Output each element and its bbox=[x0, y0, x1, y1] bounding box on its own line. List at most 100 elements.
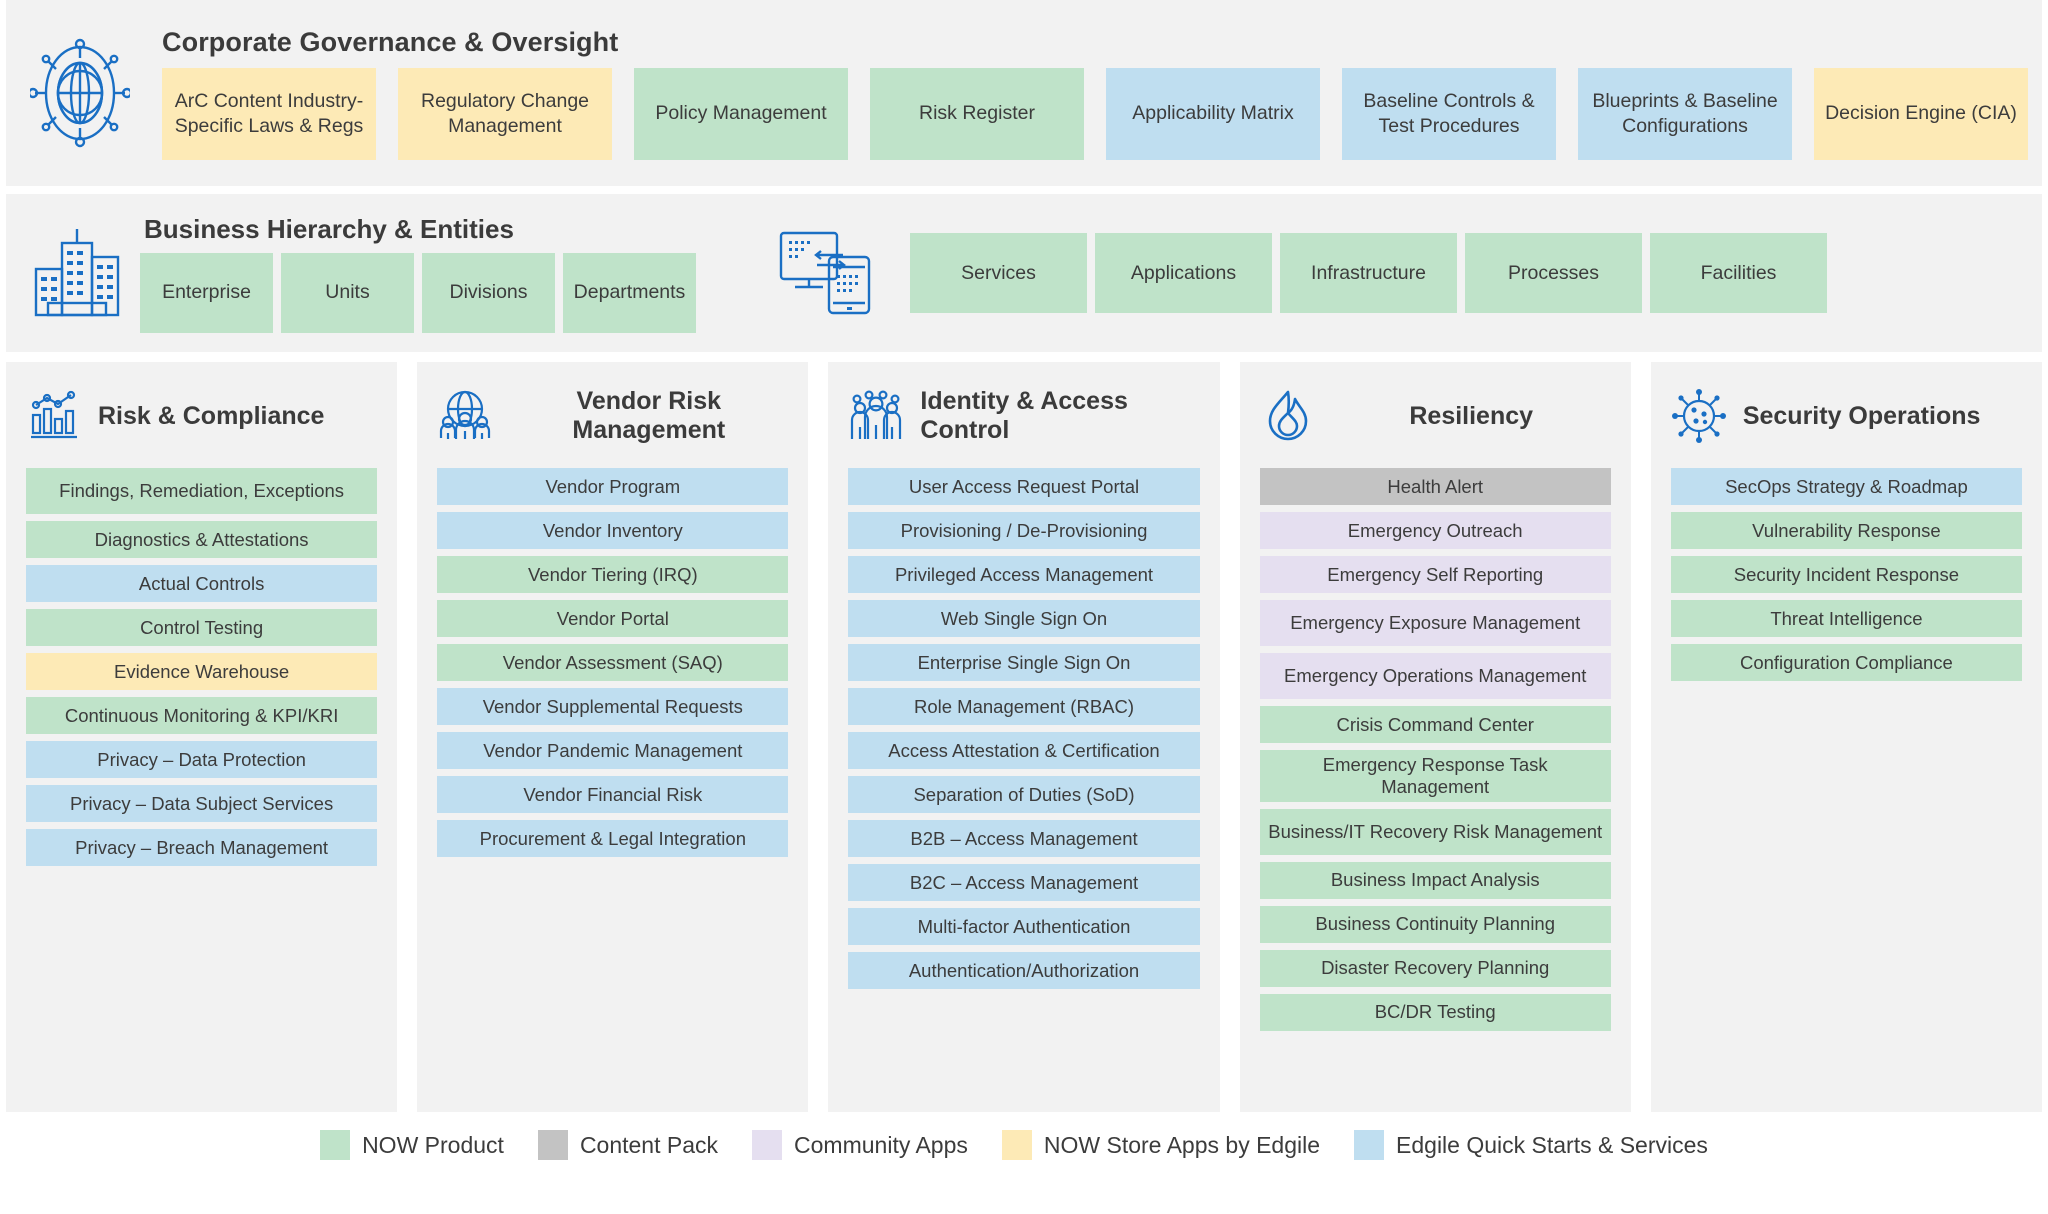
governance-card-label: Policy Management bbox=[655, 102, 827, 125]
legend-item: Edgile Quick Starts & Services bbox=[1354, 1130, 1708, 1160]
domain-item[interactable]: Emergency Outreach bbox=[1259, 512, 1611, 549]
domain-item-list: Findings, Remediation, Exceptions Diagnos… bbox=[26, 468, 378, 866]
domain-item[interactable]: Disaster Recovery Planning bbox=[1259, 949, 1611, 987]
legend-label: Edgile Quick Starts & Services bbox=[1396, 1131, 1708, 1158]
business-asset-label: Applications bbox=[1130, 261, 1237, 284]
domain-item-label: Role Management (RBAC) bbox=[913, 695, 1135, 717]
domain-item-label: Vendor Portal bbox=[556, 607, 669, 629]
domain-item[interactable]: Vendor Pandemic Management bbox=[437, 732, 789, 769]
domain-item-label: Disaster Recovery Planning bbox=[1321, 957, 1550, 979]
governance-card[interactable]: Blueprints & Baseline Configurations bbox=[1578, 67, 1792, 160]
domain-item-label: Emergency Operations Management bbox=[1284, 665, 1587, 687]
business-asset-card[interactable]: Processes bbox=[1465, 233, 1642, 313]
people-group-icon bbox=[848, 389, 904, 443]
domain-item[interactable]: Procurement & Legal Integration bbox=[437, 820, 789, 857]
business-entity-card[interactable]: Units bbox=[281, 252, 414, 333]
governance-card[interactable]: Baseline Controls & Test Procedures bbox=[1342, 67, 1556, 160]
domain-item[interactable]: Business Impact Analysis bbox=[1259, 861, 1611, 899]
domain-item[interactable]: Role Management (RBAC) bbox=[848, 688, 1200, 725]
domain-column-title: Identity & Access Control bbox=[920, 387, 1128, 444]
domain-item-label: Vulnerability Response bbox=[1752, 519, 1941, 541]
business-entity-label: Divisions bbox=[449, 281, 528, 303]
domain-item[interactable]: Emergency Exposure Management bbox=[1259, 600, 1611, 646]
domain-item[interactable]: Vendor Program bbox=[437, 468, 789, 505]
domain-item[interactable]: Actual Controls bbox=[26, 565, 378, 602]
domain-item[interactable]: Emergency Operations Management bbox=[1259, 653, 1611, 699]
domain-item[interactable]: Vendor Assessment (SAQ) bbox=[437, 644, 789, 681]
governance-card[interactable]: Applicability Matrix bbox=[1106, 67, 1320, 160]
domain-item-label: Emergency Response Task Management bbox=[1322, 754, 1548, 797]
domain-item-label: Privacy – Data Subject Services bbox=[69, 792, 334, 814]
governance-card-label: Applicability Matrix bbox=[1132, 102, 1294, 125]
domain-item[interactable]: B2C – Access Management bbox=[848, 864, 1200, 901]
domain-item[interactable]: User Access Request Portal bbox=[848, 468, 1200, 505]
domain-item[interactable]: Emergency Response Task Management bbox=[1259, 750, 1611, 802]
domain-item-label: Configuration Compliance bbox=[1739, 651, 1953, 673]
governance-card-label: Blueprints & Baseline Configurations bbox=[1592, 90, 1778, 137]
business-asset-card[interactable]: Applications bbox=[1095, 233, 1272, 313]
governance-card-label: ArC Content Industry-Specific Laws & Reg… bbox=[174, 90, 364, 137]
domain-item[interactable]: Diagnostics & Attestations bbox=[26, 521, 378, 558]
domain-item[interactable]: B2B – Access Management bbox=[848, 820, 1200, 857]
domain-item[interactable]: Vendor Financial Risk bbox=[437, 776, 789, 813]
domain-item[interactable]: Vendor Inventory bbox=[437, 512, 789, 549]
business-asset-card[interactable]: Facilities bbox=[1650, 233, 1827, 313]
domain-item[interactable]: Evidence Warehouse bbox=[26, 653, 378, 690]
domain-item[interactable]: Web Single Sign On bbox=[848, 600, 1200, 637]
domain-item-label: BC/DR Testing bbox=[1374, 1001, 1496, 1023]
governance-card-list: ArC Content Industry-Specific Laws & Reg… bbox=[162, 67, 2028, 160]
domain-item[interactable]: Threat Intelligence bbox=[1670, 600, 2023, 637]
domain-item[interactable]: Vendor Tiering (IRQ) bbox=[437, 556, 789, 593]
domain-item[interactable]: Multi-factor Authentication bbox=[848, 908, 1200, 945]
domain-column-header: Security Operations bbox=[1671, 378, 2022, 454]
domain-item[interactable]: Privacy – Data Subject Services bbox=[26, 785, 378, 822]
domain-item[interactable]: Separation of Duties (SoD) bbox=[848, 776, 1200, 813]
domain-item[interactable]: Enterprise Single Sign On bbox=[848, 644, 1200, 681]
domain-item[interactable]: Access Attestation & Certification bbox=[848, 732, 1200, 769]
domain-item[interactable]: Privacy – Breach Management bbox=[26, 829, 378, 866]
governance-card-label: Decision Engine (CIA) bbox=[1825, 102, 2017, 125]
governance-card[interactable]: Risk Register bbox=[870, 67, 1084, 160]
business-asset-card[interactable]: Services bbox=[910, 233, 1087, 313]
governance-card[interactable]: Policy Management bbox=[634, 67, 848, 160]
domain-item[interactable]: Business Continuity Planning bbox=[1259, 905, 1611, 943]
domain-item[interactable]: Business/IT Recovery Risk Management bbox=[1259, 808, 1611, 855]
domain-item-label: Vendor Supplemental Requests bbox=[482, 695, 743, 717]
business-asset-card[interactable]: Infrastructure bbox=[1280, 233, 1457, 313]
domain-item[interactable]: Vendor Portal bbox=[437, 600, 789, 637]
domain-item[interactable]: Privacy – Data Protection bbox=[26, 741, 378, 778]
domain-item[interactable]: SecOps Strategy & Roadmap bbox=[1670, 468, 2023, 505]
business-entity-card[interactable]: Divisions bbox=[422, 252, 555, 333]
domain-item[interactable]: Health Alert bbox=[1259, 468, 1611, 505]
domain-item[interactable]: Privileged Access Management bbox=[848, 556, 1200, 593]
domain-item[interactable]: Emergency Self Reporting bbox=[1259, 556, 1611, 593]
domain-item[interactable]: Findings, Remediation, Exceptions bbox=[26, 468, 378, 514]
diagram-root: Corporate Governance & Oversight ArC Con… bbox=[0, 0, 2048, 1214]
governance-card[interactable]: Regulatory Change Management bbox=[398, 67, 612, 160]
business-entity-card[interactable]: Enterprise bbox=[140, 252, 273, 333]
domain-item[interactable]: Vendor Supplemental Requests bbox=[437, 688, 789, 725]
domain-item[interactable]: Security Incident Response bbox=[1670, 556, 2023, 593]
domain-column-title: Resiliency bbox=[1409, 401, 1534, 430]
domain-item-label: Vendor Financial Risk bbox=[523, 783, 703, 805]
domain-item-label: B2B – Access Management bbox=[910, 827, 1138, 849]
domain-item[interactable]: Vulnerability Response bbox=[1670, 512, 2023, 549]
domain-column: Security Operations SecOps Strategy & Roa… bbox=[1650, 362, 2043, 1112]
domain-item-label: Authentication/Authorization bbox=[908, 959, 1140, 981]
governance-card[interactable]: ArC Content Industry-Specific Laws & Reg… bbox=[162, 67, 376, 160]
domain-item[interactable]: Control Testing bbox=[26, 609, 378, 646]
domain-item[interactable]: Authentication/Authorization bbox=[848, 952, 1200, 989]
domain-item-label: Privacy – Breach Management bbox=[75, 836, 329, 858]
domain-column: Resiliency Health Alert Emergency Outreach… bbox=[1239, 362, 1631, 1112]
domain-item[interactable]: BC/DR Testing bbox=[1259, 993, 1611, 1031]
domain-item[interactable]: Provisioning / De-Provisioning bbox=[848, 512, 1200, 549]
domain-item[interactable]: Configuration Compliance bbox=[1670, 644, 2023, 681]
domain-item-label: Business/IT Recovery Risk Management bbox=[1268, 820, 1603, 842]
domain-item[interactable]: Crisis Command Center bbox=[1259, 706, 1611, 743]
business-entity-card[interactable]: Departments bbox=[563, 252, 696, 333]
domain-item-label: Security Incident Response bbox=[1733, 563, 1960, 585]
domain-item-label: User Access Request Portal bbox=[908, 475, 1140, 497]
domain-item-label: Access Attestation & Certification bbox=[888, 739, 1160, 761]
domain-item[interactable]: Continuous Monitoring & KPI/KRI bbox=[26, 697, 378, 734]
governance-card[interactable]: Decision Engine (CIA) bbox=[1814, 67, 2028, 160]
